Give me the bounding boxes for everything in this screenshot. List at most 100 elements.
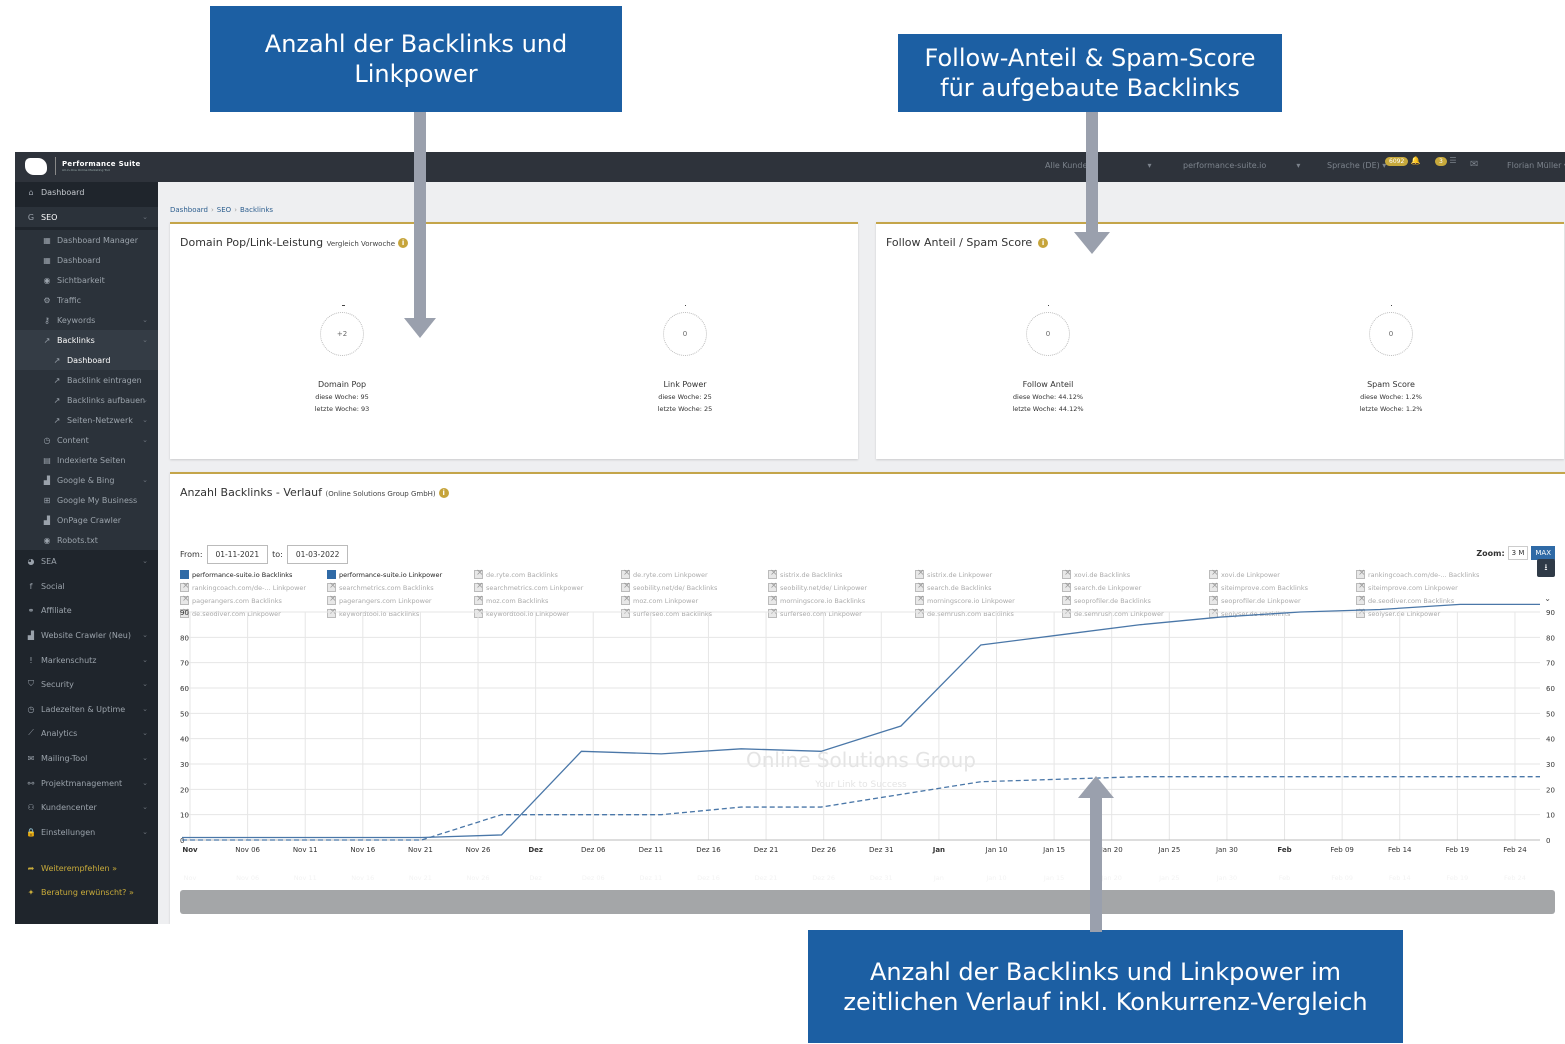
sidebar-item-analytics[interactable]: ⟋ Analytics ⌄ xyxy=(15,723,158,743)
notifications-button[interactable]: 6092 🔔 xyxy=(1385,156,1421,166)
sidebar-item-label: Robots.txt xyxy=(57,535,98,545)
language-select[interactable]: Sprache (DE) ▾ xyxy=(1327,161,1386,170)
chevron-down-icon: ⌄ xyxy=(142,803,148,811)
sidebar-item-seiten-netzwerk[interactable]: ↗ Seiten-Netzwerk ⌄ xyxy=(15,410,158,430)
navigator-tick-label: Dez 31 xyxy=(870,874,893,882)
sidebar-item-ladezeiten-uptime[interactable]: ◷ Ladezeiten & Uptime ⌄ xyxy=(15,699,158,719)
legend-item[interactable]: searchmetrics.com Linkpower xyxy=(474,581,621,594)
legend-item[interactable]: search.de Backlinks xyxy=(915,581,1062,594)
sidebar-item-content[interactable]: ◷ Content ⌄ xyxy=(15,430,158,450)
zoom-controls: Zoom: 3 M MAX xyxy=(1476,546,1555,560)
sidebar-item-einstellungen[interactable]: 🔒 Einstellungen ⌄ xyxy=(15,822,158,842)
legend-item[interactable]: performance-suite.io Backlinks xyxy=(180,568,327,581)
legend-item[interactable]: siteimprove.com Linkpower xyxy=(1356,581,1503,594)
from-label: From: xyxy=(180,550,203,559)
sidebar-item-dashboard-manager[interactable]: ▦ Dashboard Manager xyxy=(15,230,158,250)
sidebar-item-backlink-eintragen[interactable]: ↗ Backlink eintragen xyxy=(15,370,158,390)
legend-item[interactable]: rankingcoach.com/de-... Linkpower xyxy=(180,581,327,594)
sidebar-item-sichtbarkeit[interactable]: ◉ Sichtbarkeit xyxy=(15,270,158,290)
sidebar-item-robots-txt[interactable]: ◉ Robots.txt xyxy=(15,530,158,550)
series-backlinks-line[interactable] xyxy=(182,603,1540,839)
logo[interactable]: Performance Suite All-in-One Online Mark… xyxy=(25,157,141,175)
sidebar-item-google-bing[interactable]: ▟ Google & Bing ⌄ xyxy=(15,470,158,490)
sidebar-item-indexierte-seiten[interactable]: ▤ Indexierte Seiten xyxy=(15,450,158,470)
chart-navigator[interactable] xyxy=(180,890,1555,914)
sidebar-item-traffic[interactable]: ⚙ Traffic xyxy=(15,290,158,310)
sidebar-item-seo[interactable]: G SEO ⌄ xyxy=(15,207,158,227)
user-menu[interactable]: Florian Müller ▾ xyxy=(1507,161,1565,170)
external-link-icon: ↗ xyxy=(43,335,51,345)
sidebar-item-keywords[interactable]: ⚷ Keywords ⌄ xyxy=(15,310,158,330)
breadcrumb-backlinks[interactable]: Backlinks xyxy=(240,206,273,214)
legend-item[interactable]: rankingcoach.com/de-... Backlinks xyxy=(1356,568,1503,581)
y-tick-label-left: 80 xyxy=(180,634,189,642)
chevron-down-icon: ⌄ xyxy=(142,336,148,344)
legend-item[interactable]: searchmetrics.com Backlinks xyxy=(327,581,474,594)
tasks-button[interactable]: 3 ☰ xyxy=(1435,156,1457,166)
navigator-tick-label: Nov xyxy=(184,874,197,882)
legend-item[interactable]: seobility.net/de/ Backlinks xyxy=(621,581,768,594)
pie-icon: ◕ xyxy=(27,556,35,566)
sidebar-item-markenschutz[interactable]: ! Markenschutz ⌄ xyxy=(15,650,158,670)
x-tick-label: Nov 11 xyxy=(293,846,318,854)
sidebar-item-weiterempfehlen[interactable]: ➦ Weiterempfehlen » xyxy=(15,858,158,878)
sidebar-item-beratung-erw-nscht[interactable]: ✦ Beratung erwünscht? » xyxy=(15,882,158,902)
sidebar-item-affiliate[interactable]: ⚭ Affiliate xyxy=(15,600,158,620)
sidebar-item-label: Dashboard xyxy=(41,187,85,197)
breadcrumb-dashboard[interactable]: Dashboard xyxy=(170,206,208,214)
breadcrumb-seo[interactable]: SEO xyxy=(217,206,231,214)
envelope-icon: ✉ xyxy=(27,753,35,763)
sidebar-item-kundencenter[interactable]: ⚇ Kundencenter ⌄ xyxy=(15,797,158,817)
sidebar-item-security[interactable]: ⛉ Security ⌄ xyxy=(15,674,158,694)
sidebar-item-google-my-business[interactable]: ⊞ Google My Business xyxy=(15,490,158,510)
info-icon[interactable]: i xyxy=(1038,238,1049,248)
sidebar-item-dashboard[interactable]: ⌂ Dashboard xyxy=(15,182,158,202)
chevron-down-icon: ⌄ xyxy=(142,828,148,836)
legend-item[interactable]: seobility.net/de/ Linkpower xyxy=(768,581,915,594)
navigator-tick-label: Feb xyxy=(1279,874,1291,882)
legend-label: xovi.de Linkpower xyxy=(1221,570,1280,579)
sidebar-item-sea[interactable]: ◕ SEA ⌄ xyxy=(15,551,158,571)
sidebar-item-social[interactable]: f Social xyxy=(15,576,158,596)
from-date-input[interactable]: 01-11-2021 xyxy=(206,545,269,564)
sidebar-item-dashboard[interactable]: ▦ Dashboard xyxy=(15,250,158,270)
clock-icon: ◷ xyxy=(43,435,51,445)
x-tick-label: Jan 15 xyxy=(1042,846,1065,854)
sidebar-item-website-crawler-neu[interactable]: ▟ Website Crawler (Neu) ⌄ xyxy=(15,625,158,645)
legend-item[interactable]: sistrix.de Linkpower xyxy=(915,568,1062,581)
zoom-max-button[interactable]: MAX xyxy=(1531,546,1555,560)
legend-item[interactable]: de.ryte.com Linkpower xyxy=(621,568,768,581)
sidebar-item-onpage-crawler[interactable]: ▟ OnPage Crawler xyxy=(15,510,158,530)
legend-label: performance-suite.io Linkpower xyxy=(339,570,443,579)
chevron-down-icon: ⌄ xyxy=(142,754,148,762)
arrow-up-icon xyxy=(1078,776,1114,932)
sidebar-item-label: Google & Bing xyxy=(57,475,115,485)
navigator-tick-label: Dez 06 xyxy=(582,874,605,882)
legend-item[interactable]: performance-suite.io Linkpower xyxy=(327,568,474,581)
legend-label: rankingcoach.com/de-... Backlinks xyxy=(1368,570,1480,579)
sidebar-item-backlinks-aufbauen[interactable]: ↗ Backlinks aufbauen ⌄ xyxy=(15,390,158,410)
legend-disabled-icon xyxy=(1356,581,1366,592)
sidebar-item-backlinks[interactable]: ↗ Backlinks ⌄ xyxy=(15,330,158,350)
legend-item[interactable]: de.ryte.com Backlinks xyxy=(474,568,621,581)
sidebar-item-projektmanagement[interactable]: ⚯ Projektmanagement ⌄ xyxy=(15,773,158,793)
legend-item[interactable]: search.de Linkpower xyxy=(1062,581,1209,594)
domain-select[interactable]: performance-suite.io ▾ xyxy=(1183,161,1300,170)
facebook-icon: f xyxy=(29,581,33,591)
to-date-input[interactable]: 01-03-2022 xyxy=(286,545,349,564)
y-tick-label-left: 40 xyxy=(180,736,189,744)
y-tick-label-right: 10 xyxy=(1546,812,1555,820)
legend-item[interactable]: xovi.de Backlinks xyxy=(1062,568,1209,581)
zoom-3m-button[interactable]: 3 M xyxy=(1507,546,1529,560)
legend-item[interactable]: xovi.de Linkpower xyxy=(1209,568,1356,581)
sidebar-item-dashboard[interactable]: ↗ Dashboard xyxy=(15,350,158,370)
info-icon[interactable]: i xyxy=(438,488,449,498)
sidebar-item-label: Mailing-Tool xyxy=(41,753,88,763)
envelope-icon[interactable]: ✉ xyxy=(1470,159,1478,170)
app-window: Performance Suite All-in-One Online Mark… xyxy=(15,152,1565,924)
backlinks-line-chart: Online Solutions Group Your Link to Succe… xyxy=(180,603,1555,882)
legend-item[interactable]: siteimprove.com Backlinks xyxy=(1209,581,1356,594)
legend-item[interactable]: sistrix.de Backlinks xyxy=(768,568,915,581)
panel-subtitle: Vergleich Vorwoche xyxy=(326,240,396,248)
sidebar-item-mailing-tool[interactable]: ✉ Mailing-Tool ⌄ xyxy=(15,748,158,768)
